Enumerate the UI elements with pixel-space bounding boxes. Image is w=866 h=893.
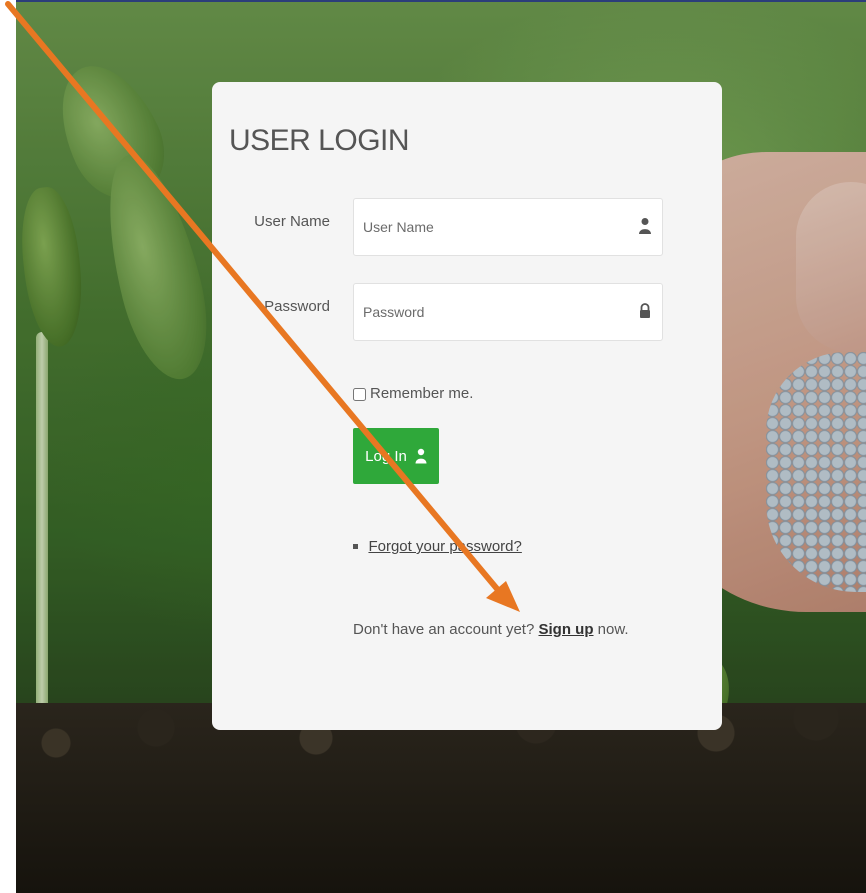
username-field-wrapper <box>353 198 663 256</box>
username-label: User Name <box>254 213 330 230</box>
left-margin <box>0 0 16 893</box>
signup-suffix-text: now. <box>597 621 629 638</box>
remember-me-checkbox[interactable] <box>353 388 366 401</box>
password-input[interactable] <box>354 284 624 340</box>
password-field-wrapper <box>353 283 663 341</box>
signup-prompt: Don't have an account yet? Sign up now. <box>353 621 629 638</box>
login-button-label: Log In <box>365 447 407 465</box>
user-icon <box>415 448 427 464</box>
remember-me-label[interactable]: Remember me. <box>370 385 473 402</box>
signup-prefix-text: Don't have an account yet? <box>353 621 535 638</box>
soil-image <box>16 703 866 893</box>
screenshot-frame: USER LOGIN User Name Password Remember m… <box>0 0 866 893</box>
signup-link[interactable]: Sign up <box>539 621 594 638</box>
login-button[interactable]: Log In <box>353 428 439 484</box>
page-title: USER LOGIN <box>229 124 410 157</box>
username-input[interactable] <box>354 199 624 255</box>
user-icon <box>639 218 651 234</box>
forgot-password-link[interactable]: Forgot your password? <box>368 538 521 555</box>
lock-icon <box>640 303 650 318</box>
forgot-password-row: Forgot your password? <box>353 538 522 558</box>
bullet-icon <box>353 544 358 550</box>
login-card: USER LOGIN User Name Password Remember m… <box>212 82 722 730</box>
password-label: Password <box>264 298 330 315</box>
